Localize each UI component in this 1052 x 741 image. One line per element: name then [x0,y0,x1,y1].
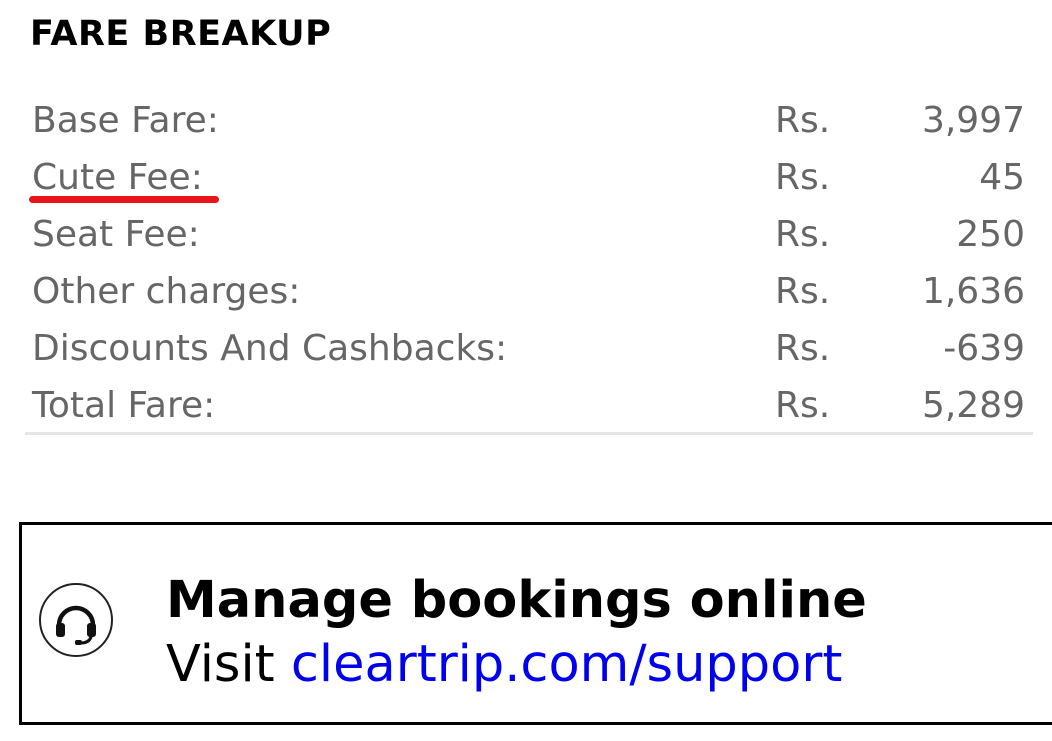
fare-breakup-title: FARE BREAKUP [30,14,332,54]
fare-currency: Rs. [775,271,831,312]
fare-row-discounts: Discounts And Cashbacks: Rs. -639 [25,320,1033,377]
fare-amount: 1,636 [921,271,1025,312]
headset-icon [39,583,113,657]
fare-label: Discounts And Cashbacks: [32,328,508,369]
fare-amount: 250 [956,214,1025,255]
red-underline-annotation [29,196,219,203]
fare-row-seat-fee: Seat Fee: Rs. 250 [25,206,1033,263]
support-heading: Manage bookings online [166,571,867,630]
fare-amount: 5,289 [921,385,1025,426]
fare-row-base-fare: Base Fare: Rs. 3,997 [25,92,1033,149]
fare-currency: Rs. [775,385,831,426]
support-prefix: Visit [166,635,291,694]
fare-currency: Rs. [775,100,831,141]
support-link[interactable]: cleartrip.com/support [291,635,842,694]
support-line: Visit cleartrip.com/support [166,635,842,695]
fare-currency: Rs. [775,157,831,198]
fare-label: Other charges: [32,271,301,312]
fare-currency: Rs. [775,328,831,369]
fare-row-other-charges: Other charges: Rs. 1,636 [25,263,1033,320]
fare-label: Base Fare: [32,100,219,141]
table-divider [25,432,1033,435]
fare-amount: 3,997 [921,100,1025,141]
fare-breakup-table: Base Fare: Rs. 3,997 Cute Fee: Rs. 45 Se… [25,92,1033,435]
fare-amount: 45 [979,157,1025,198]
fare-amount: -639 [943,328,1025,369]
support-box: Manage bookings online Visit cleartrip.c… [19,522,1052,725]
fare-label: Seat Fee: [32,214,200,255]
fare-row-total-fare: Total Fare: Rs. 5,289 [25,377,1033,434]
fare-currency: Rs. [775,214,831,255]
fare-label: Total Fare: [32,385,216,426]
